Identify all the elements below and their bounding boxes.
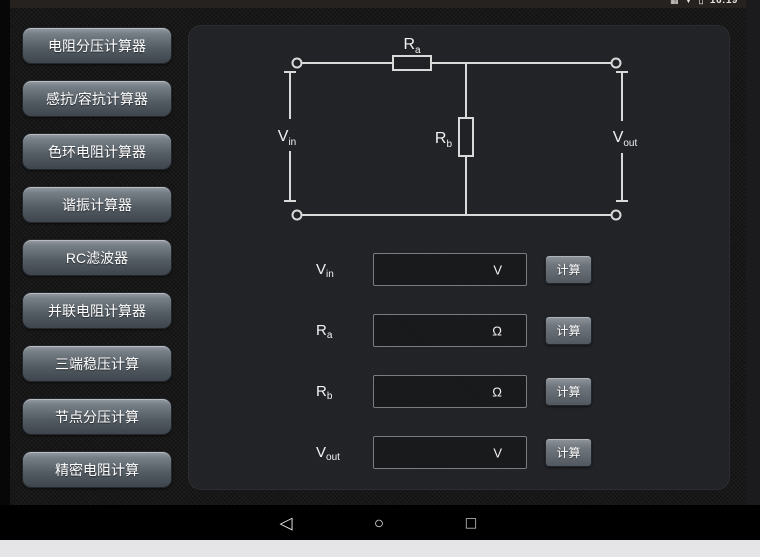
vin-input[interactable] bbox=[374, 254, 526, 285]
circuit-label-ra: Ra bbox=[403, 36, 421, 56]
android-nav-bar: ◁ ○ □ bbox=[0, 505, 760, 540]
form-row-ra: Ra Ω 计算 bbox=[316, 314, 592, 347]
sidebar: 电阻分压计算器 感抗/容抗计算器 色环电阻计算器 谐振计算器 RC滤波器 并联电… bbox=[22, 27, 172, 504]
resistor-rb-symbol bbox=[459, 118, 473, 156]
ra-input-box: Ω bbox=[373, 314, 527, 347]
sidebar-item-voltage-divider[interactable]: 电阻分压计算器 bbox=[22, 27, 172, 64]
back-icon[interactable]: ◁ bbox=[279, 514, 292, 531]
calculator-panel: Ra Rb Vin Vout Vin V 计算 Ra Ω 计算 Rb bbox=[188, 25, 730, 490]
rb-input-box: Ω bbox=[373, 375, 527, 408]
sidebar-item-resonance[interactable]: 谐振计算器 bbox=[22, 186, 172, 223]
rb-calculate-button[interactable]: 计算 bbox=[545, 377, 592, 406]
form-row-rb: Rb Ω 计算 bbox=[316, 375, 592, 408]
sidebar-item-regulator[interactable]: 三端稳压计算 bbox=[22, 345, 172, 382]
sidebar-item-node-divider[interactable]: 节点分压计算 bbox=[22, 398, 172, 435]
resistor-ra-symbol bbox=[393, 56, 431, 70]
sidebar-item-precision-resistor[interactable]: 精密电阻计算 bbox=[22, 451, 172, 488]
vout-calculate-button[interactable]: 计算 bbox=[545, 438, 592, 467]
vout-input[interactable] bbox=[374, 437, 526, 468]
circuit-terminals bbox=[293, 59, 621, 220]
ra-calculate-button[interactable]: 计算 bbox=[545, 316, 592, 345]
circuit-label-vout: Vout bbox=[613, 129, 638, 149]
circuit-diagram: Ra Rb Vin Vout bbox=[188, 25, 730, 240]
sidebar-item-reactance[interactable]: 感抗/容抗计算器 bbox=[22, 80, 172, 117]
circuit-wires bbox=[302, 63, 611, 215]
rb-label: Rb bbox=[316, 383, 373, 400]
battery-icon: ▯ bbox=[698, 0, 704, 6]
wifi-icon: ▼ bbox=[684, 0, 692, 5]
vin-calculate-button[interactable]: 计算 bbox=[545, 255, 592, 284]
status-bar-content: ▦ ▼ ▯ 16:19 bbox=[10, 0, 746, 8]
vout-label: Vout bbox=[316, 444, 373, 461]
ra-label: Ra bbox=[316, 322, 373, 339]
network-icon: ▦ bbox=[670, 0, 679, 6]
vin-input-box: V bbox=[373, 253, 527, 286]
vin-label: Vin bbox=[316, 261, 373, 278]
screenshot-stage: ▦ ▼ ▯ 16:19 电阻分压计算器 感抗/容抗计算器 色环电阻计算器 谐振计… bbox=[0, 0, 760, 557]
device-bezel-right bbox=[746, 0, 760, 505]
ra-input[interactable] bbox=[374, 315, 526, 346]
circuit-label-rb: Rb bbox=[435, 130, 453, 150]
sidebar-item-rc-filter[interactable]: RC滤波器 bbox=[22, 239, 172, 276]
sidebar-item-color-code[interactable]: 色环电阻计算器 bbox=[22, 133, 172, 170]
home-icon[interactable]: ○ bbox=[374, 514, 384, 531]
form-row-vin: Vin V 计算 bbox=[316, 253, 592, 286]
rb-input[interactable] bbox=[374, 376, 526, 407]
status-bar: ▦ ▼ ▯ 16:19 bbox=[10, 0, 746, 8]
circuit-label-vin: Vin bbox=[278, 128, 296, 148]
vout-input-box: V bbox=[373, 436, 527, 469]
sidebar-item-parallel-resistor[interactable]: 并联电阻计算器 bbox=[22, 292, 172, 329]
status-time: 16:19 bbox=[710, 0, 738, 6]
form-row-vout: Vout V 计算 bbox=[316, 436, 592, 469]
recents-icon[interactable]: □ bbox=[466, 514, 476, 531]
page-background-strip bbox=[0, 540, 760, 557]
